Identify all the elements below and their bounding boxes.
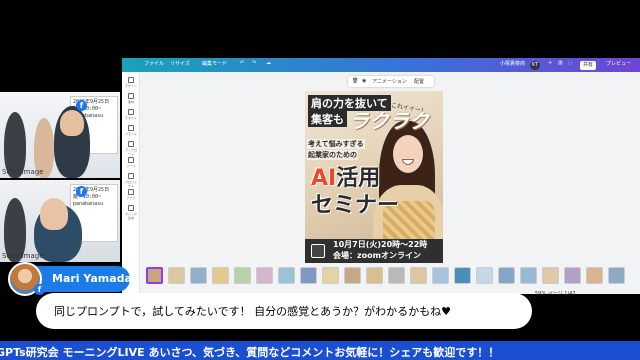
comment-icon[interactable]: ◌: [568, 60, 572, 66]
plus-icon[interactable]: +: [548, 60, 552, 66]
page-counter: 1/47: [564, 291, 576, 297]
rail-elements[interactable]: 素材: [124, 92, 138, 106]
rail-tools[interactable]: ツール: [124, 156, 138, 170]
editor-topbar: ファイル リサイズ 編集モード ↶ ↷ ☁ 小塚貴菜商 KT + ▥ ◌ 共有 …: [122, 58, 640, 72]
participant-face: [60, 110, 84, 136]
participant-face: [40, 198, 68, 230]
projects-icon: [128, 173, 134, 179]
edit-mode-menu[interactable]: 編集モード: [202, 60, 227, 67]
rail-uploads[interactable]: アップロード: [124, 140, 138, 156]
text-icon: [128, 109, 134, 115]
color-icon[interactable]: ◉: [362, 78, 366, 84]
comment-text: 同じプロンプトで，試してみたいです！ 自分の感覚とあうか？がわかるかもね♥: [54, 305, 451, 318]
page-thumbnail[interactable]: [212, 267, 229, 284]
share-button[interactable]: 共有: [580, 61, 597, 70]
poster-headline-2: 集客も: [308, 111, 347, 127]
page-thumbnail[interactable]: [300, 267, 317, 284]
poster-venue: 会場：zoomオンライン: [333, 251, 421, 260]
resize-menu[interactable]: リサイズ: [170, 60, 190, 67]
page-thumbnail[interactable]: [234, 267, 251, 284]
magic-icon: [128, 205, 134, 211]
cam-caption: Seed image: [2, 252, 44, 260]
poster-seminar-title: セミナー: [311, 193, 400, 218]
page-thumbnail[interactable]: [190, 267, 207, 284]
analytics-icon[interactable]: ▥: [558, 60, 563, 66]
page-thumbnail[interactable]: [388, 267, 405, 284]
rail-text[interactable]: テキスト: [124, 108, 138, 122]
ticker-text: GPTs研究会 モーニングLIVE あいさつ、気づき、質問などコメントお気軽に！…: [0, 346, 500, 359]
rail-brand[interactable]: ブランド: [124, 124, 138, 138]
elements-icon: [128, 93, 134, 99]
page-thumbnail[interactable]: [586, 267, 603, 284]
trash-icon[interactable]: 🗑: [352, 78, 358, 84]
page-thumbnail[interactable]: [344, 267, 361, 284]
poster-line: panabanasu: [73, 201, 104, 207]
zoom-percent: 59%: [535, 291, 547, 297]
poster-sub-2: 起業家のための: [307, 150, 358, 160]
page-thumbnail[interactable]: [432, 267, 449, 284]
rail-design[interactable]: デザイン: [124, 76, 138, 90]
preview-button[interactable]: プレビュー: [606, 60, 631, 67]
tools-icon: [128, 157, 134, 163]
page-thumbnail[interactable]: [410, 267, 427, 284]
facebook-icon: f: [34, 284, 45, 295]
rail-apps[interactable]: アプリ: [124, 188, 138, 202]
upload-icon: [128, 141, 134, 147]
page-thumbnail[interactable]: [256, 267, 273, 284]
design-icon: [128, 77, 134, 83]
file-menu[interactable]: ファイル: [144, 60, 164, 67]
participant-video-1: 2025年9月25日 雑？10:00~ panabanasu f Seed im…: [0, 92, 120, 178]
cam-caption: Seed image: [2, 168, 44, 176]
pages-button[interactable]: ページ: [548, 291, 563, 297]
context-toolbar: 🗑 ◉ アニメーション 配置: [348, 76, 434, 87]
page-thumbnail[interactable]: [146, 267, 163, 284]
facebook-icon: f: [76, 100, 87, 111]
cloud-icon[interactable]: ☁: [266, 60, 271, 66]
page-thumbnail[interactable]: [366, 267, 383, 284]
page-thumbnail[interactable]: [278, 267, 295, 284]
page-thumbnail[interactable]: [168, 267, 185, 284]
redo-icon[interactable]: ↷: [252, 60, 256, 66]
page-thumbnail[interactable]: [542, 267, 559, 284]
poster-date: 10月7日(火)20時～22時: [333, 240, 428, 249]
phone-icon: [311, 244, 325, 258]
zoom-controls[interactable]: 59% ページ 1/47: [535, 290, 575, 297]
position-button[interactable]: 配置: [414, 78, 424, 85]
facebook-icon: f: [76, 186, 87, 197]
design-canvas[interactable]: 肩の力を抜いて 集客も ラクラク これイイー！ 考えて悩みすぎる 起業家のための…: [305, 91, 443, 263]
page-thumbnail[interactable]: [520, 267, 537, 284]
presenter-name: Mari Yamada: [52, 272, 132, 285]
poster-sub-1: 考えて悩みすぎる: [307, 139, 365, 149]
undo-icon[interactable]: ↶: [240, 60, 244, 66]
brand-icon: [128, 125, 134, 131]
page-thumbnail[interactable]: [454, 267, 471, 284]
page-thumbnail[interactable]: [498, 267, 515, 284]
stream-stage: 2025年9月25日 雑？10:00~ panabanasu f Seed im…: [0, 0, 640, 360]
side-toolbar: デザイン 素材 テキスト ブランド アップロード ツール プロジェクト アプリ …: [122, 72, 140, 294]
apps-icon: [128, 189, 134, 195]
rail-projects[interactable]: プロジェクト: [124, 172, 138, 188]
page-thumbnails: [142, 267, 640, 287]
page-thumbnail[interactable]: [322, 267, 339, 284]
user-avatar[interactable]: KT: [530, 61, 540, 70]
design-name[interactable]: 小塚貴菜商: [500, 60, 525, 67]
participant-video-2: 2025年9月25日 雑？10:00~ panabanasu f Seed im…: [0, 180, 120, 262]
rail-magic[interactable]: マジック生成: [124, 204, 138, 220]
page-thumbnail[interactable]: [564, 267, 581, 284]
canva-editor: ファイル リサイズ 編集モード ↶ ↷ ☁ 小塚貴菜商 KT + ▥ ◌ 共有 …: [122, 58, 640, 297]
animation-button[interactable]: アニメーション: [372, 78, 407, 85]
page-thumbnail[interactable]: [608, 267, 625, 284]
page-thumbnail[interactable]: [476, 267, 493, 284]
